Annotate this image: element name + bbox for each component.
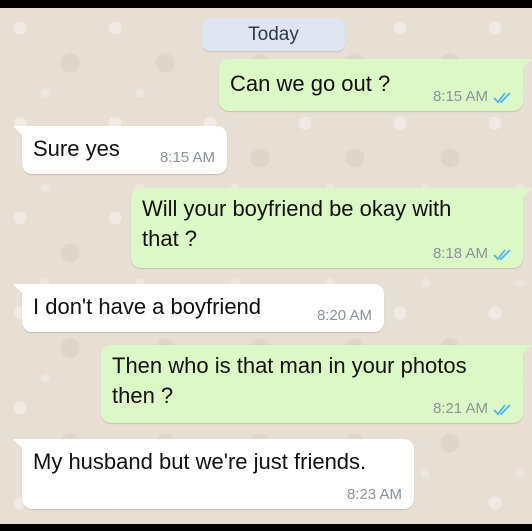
date-label: Today: [248, 23, 299, 45]
chat-screen: Today Can we go out ? 8:15 AM Sure yes 8…: [0, 8, 532, 524]
message-bubble-incoming[interactable]: I don't have a boyfriend 8:20 AM: [13, 284, 384, 332]
message-text: My husband but we're just friends.: [33, 449, 367, 474]
message-text: Then who is that man in your photos then…: [112, 353, 467, 408]
message-time: 8:21 AM: [432, 400, 488, 417]
message-meta: 8:18 AM: [433, 246, 513, 262]
message-time: 8:20 AM: [316, 307, 372, 324]
date-separator: Today: [202, 18, 345, 51]
message-time: 8:15 AM: [432, 88, 488, 105]
message-time: 8:18 AM: [432, 245, 488, 262]
double-check-icon: [493, 249, 511, 261]
message-bubble-outgoing[interactable]: Then who is that man in your photos then…: [101, 345, 532, 423]
message-meta: 8:21 AM: [433, 401, 513, 417]
message-text: I don't have a boyfriend: [33, 294, 262, 319]
message-time: 8:23 AM: [346, 486, 402, 503]
message-time: 8:15 AM: [159, 149, 215, 166]
message-text: Sure yes: [33, 136, 120, 161]
message-meta: 8:15 AM: [433, 89, 513, 105]
message-meta: 8:20 AM: [317, 308, 372, 324]
message-bubble-outgoing[interactable]: Will your boyfriend be okay with that ? …: [131, 188, 532, 268]
message-meta: 8:23 AM: [347, 487, 402, 503]
double-check-icon: [493, 404, 511, 416]
message-bubble-outgoing[interactable]: Can we go out ? 8:15 AM: [219, 59, 532, 111]
message-bubble-incoming[interactable]: My husband but we're just friends. 8:23 …: [13, 439, 414, 509]
message-bubble-incoming[interactable]: Sure yes 8:15 AM: [13, 126, 227, 174]
message-text: Can we go out ?: [230, 71, 391, 96]
double-check-icon: [493, 92, 511, 104]
message-meta: 8:15 AM: [160, 150, 215, 166]
message-text: Will your boyfriend be okay with that ?: [142, 196, 452, 251]
